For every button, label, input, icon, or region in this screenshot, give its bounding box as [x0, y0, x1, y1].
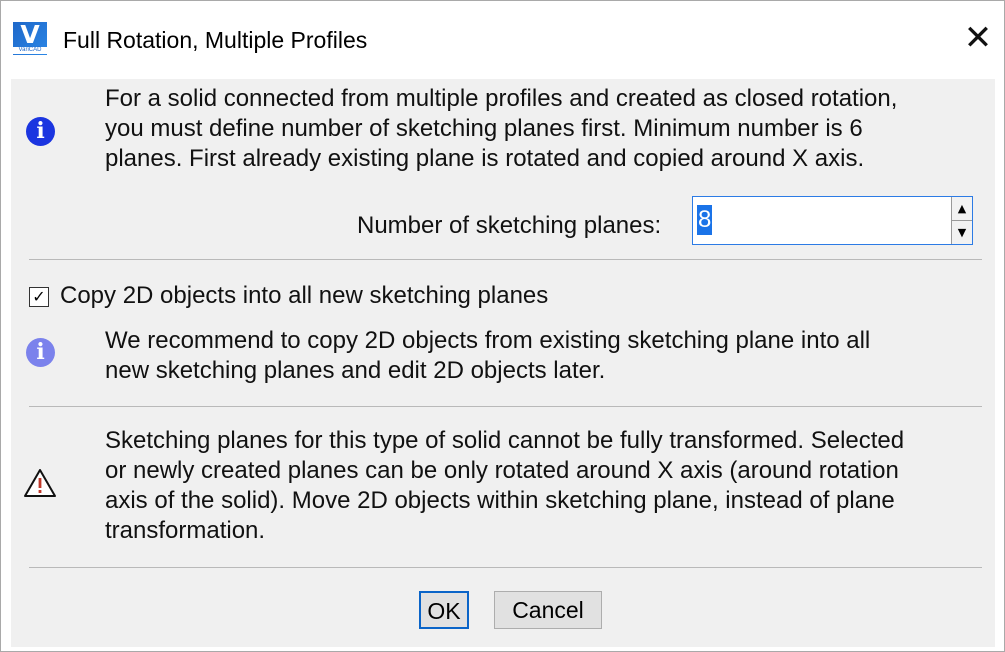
- app-logo-caption: VariCAD: [13, 47, 47, 54]
- info-line: planes. First already existing plane is …: [105, 145, 865, 172]
- planes-count-spinner[interactable]: 8 ▲ ▼: [692, 196, 973, 245]
- separator: [29, 406, 982, 407]
- info-icon: i: [26, 338, 55, 367]
- spinner-down-button[interactable]: ▼: [952, 221, 972, 244]
- title-bar[interactable]: V VariCAD Full Rotation, Multiple Profil…: [1, 1, 1004, 79]
- copy-objects-checkbox[interactable]: ✓: [29, 287, 49, 307]
- spinner-up-button[interactable]: ▲: [952, 197, 972, 221]
- planes-count-value[interactable]: 8: [697, 205, 713, 235]
- dialog-window: V VariCAD Full Rotation, Multiple Profil…: [0, 0, 1005, 652]
- cancel-button[interactable]: Cancel: [494, 591, 602, 629]
- warning-line: Sketching planes for this type of solid …: [105, 427, 905, 454]
- warning-line: axis of the solid). Move 2D objects with…: [105, 487, 895, 514]
- window-title: Full Rotation, Multiple Profiles: [63, 27, 368, 53]
- copy-objects-label[interactable]: Copy 2D objects into all new sketching p…: [60, 281, 548, 311]
- info-icon: i: [26, 117, 55, 146]
- recommendation-message: We recommend to copy 2D objects from exi…: [105, 326, 870, 386]
- warning-message: Sketching planes for this type of solid …: [105, 426, 904, 546]
- info-line: For a solid connected from multiple prof…: [105, 85, 898, 112]
- info-line: you must define number of sketching plan…: [105, 115, 863, 142]
- close-button[interactable]: ✕: [956, 17, 1000, 61]
- app-logo-letter: V: [20, 20, 40, 49]
- recommendation-line: new sketching planes and edit 2D objects…: [105, 357, 606, 384]
- warning-line: or newly created planes can be only rota…: [105, 457, 899, 484]
- dialog-content: i For a solid connected from multiple pr…: [11, 79, 995, 647]
- app-logo-icon: V VariCAD: [13, 22, 47, 55]
- warning-triangle-icon: [24, 469, 56, 497]
- ok-button[interactable]: OK: [419, 591, 469, 629]
- separator: [29, 259, 982, 260]
- spinner-arrows: ▲ ▼: [951, 197, 972, 244]
- recommendation-line: We recommend to copy 2D objects from exi…: [105, 327, 871, 354]
- warning-line: transformation.: [105, 517, 266, 544]
- planes-count-label: Number of sketching planes:: [357, 212, 662, 239]
- separator: [29, 567, 982, 568]
- info-message: For a solid connected from multiple prof…: [105, 84, 897, 174]
